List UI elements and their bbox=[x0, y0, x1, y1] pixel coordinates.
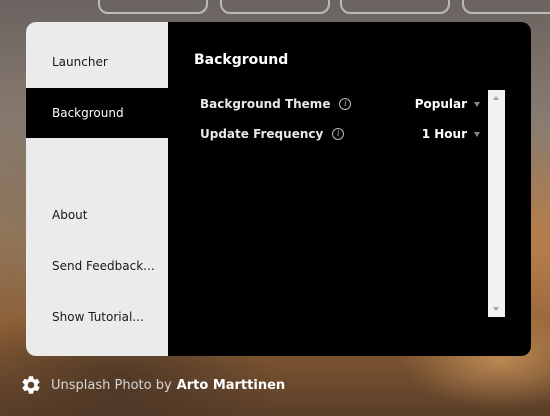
info-icon[interactable]: i bbox=[339, 98, 352, 110]
settings-sidebar: Launcher Background About Send Feedback.… bbox=[26, 22, 168, 356]
chevron-down-icon bbox=[474, 102, 480, 107]
sidebar-item-send-feedback[interactable]: Send Feedback... bbox=[26, 241, 168, 291]
scrollbar[interactable] bbox=[488, 90, 505, 317]
sidebar-item-launcher[interactable]: Launcher bbox=[26, 37, 168, 87]
background-tile bbox=[98, 0, 208, 14]
credit-prefix: Unsplash Photo by bbox=[51, 377, 172, 393]
background-tile bbox=[462, 0, 550, 14]
page-title: Background bbox=[194, 52, 289, 68]
settings-content: Background Background Theme i Popular Up… bbox=[168, 22, 531, 356]
scroll-up-icon[interactable] bbox=[493, 96, 499, 100]
background-tile bbox=[220, 0, 330, 14]
photo-author-link[interactable]: Arto Marttinen bbox=[177, 378, 285, 393]
gear-icon[interactable] bbox=[20, 374, 42, 396]
sidebar-item-background[interactable]: Background bbox=[26, 88, 168, 138]
sidebar-item-label: Show Tutorial... bbox=[52, 310, 144, 324]
setting-row-background-theme: Background Theme i Popular bbox=[200, 94, 480, 114]
sidebar-item-label: About bbox=[52, 208, 88, 222]
scroll-down-icon[interactable] bbox=[493, 307, 499, 311]
info-icon[interactable]: i bbox=[332, 128, 345, 140]
photo-credit: Unsplash Photo by Arto Marttinen bbox=[51, 378, 285, 393]
footer: Unsplash Photo by Arto Marttinen bbox=[20, 374, 285, 396]
setting-row-update-frequency: Update Frequency i 1 Hour bbox=[200, 124, 480, 144]
settings-panel: Launcher Background About Send Feedback.… bbox=[26, 22, 531, 356]
sidebar-item-label: Launcher bbox=[52, 55, 108, 69]
select-value: 1 Hour bbox=[421, 127, 467, 141]
background-theme-select[interactable]: Popular bbox=[415, 97, 480, 111]
sidebar-item-show-tutorial[interactable]: Show Tutorial... bbox=[26, 292, 168, 342]
setting-label: Update Frequency bbox=[200, 127, 324, 141]
select-value: Popular bbox=[414, 97, 467, 111]
sidebar-item-about[interactable]: About bbox=[26, 190, 168, 240]
update-frequency-select[interactable]: 1 Hour bbox=[422, 127, 480, 141]
chevron-down-icon bbox=[474, 132, 480, 137]
sidebar-item-label: Send Feedback... bbox=[52, 259, 155, 273]
sidebar-item-label: Background bbox=[52, 106, 124, 120]
background-tile bbox=[340, 0, 450, 14]
setting-label: Background Theme bbox=[200, 97, 331, 111]
